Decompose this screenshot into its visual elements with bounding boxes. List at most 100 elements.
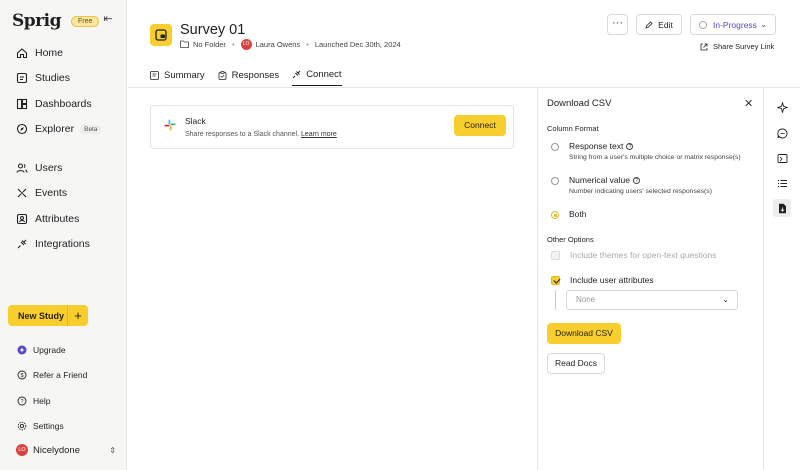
survey-meta: No Folder • LO Laura Owens • Launched De… <box>180 39 401 50</box>
sidebar-item-label: Home <box>35 46 64 59</box>
sidebar-secondary: Upgrade $ Refer a Friend ? Help Settings <box>17 337 87 439</box>
include-attributes-checkbox[interactable] <box>551 275 560 285</box>
sidebar-item-explorer[interactable]: Explorer Beta <box>16 117 120 143</box>
collapse-sidebar-icon[interactable]: ⇤ <box>102 13 114 25</box>
read-docs-button[interactable]: Read Docs <box>547 353 605 374</box>
svg-text:$: $ <box>20 373 23 379</box>
info-icon: ? <box>632 177 640 184</box>
status-label: In-Progress <box>713 19 757 30</box>
plug-icon <box>292 70 301 79</box>
option-response-text[interactable]: Response text? String from a user's mult… <box>551 141 741 161</box>
sidebar-item-label: Upgrade <box>33 344 66 355</box>
sidebar-item-settings[interactable]: Settings <box>17 414 87 440</box>
refer-icon: $ <box>17 370 27 380</box>
other-options-label: Other Options <box>547 235 594 244</box>
plan-badge: Free <box>70 15 100 27</box>
summary-icon <box>150 70 159 80</box>
sprig-logo[interactable]: Sprig <box>12 11 61 31</box>
right-rail <box>763 88 800 470</box>
brand: Sprig Free <box>12 11 100 31</box>
option-description: Number indicating users' selected respon… <box>569 188 712 195</box>
folder-icon <box>180 40 189 50</box>
chevron-down-icon: ⌄ <box>760 20 767 29</box>
sidebar-item-refer[interactable]: $ Refer a Friend <box>17 363 87 389</box>
option-description: String from a user's multiple choice or … <box>569 154 741 161</box>
new-study-label: New Study <box>18 310 65 321</box>
launch-date: Launched Dec 30th, 2024 <box>314 40 401 49</box>
slack-integration-card: Slack Share responses to a Slack channel… <box>150 105 514 149</box>
ai-sparkle-icon[interactable] <box>773 98 791 116</box>
integrations-icon <box>16 238 28 250</box>
include-attributes-option[interactable]: Include user attributes <box>551 275 654 285</box>
sidebar-item-attributes[interactable]: Attributes <box>16 206 120 232</box>
upgrade-icon <box>17 345 27 355</box>
status-dropdown[interactable]: In-Progress ⌄ <box>690 14 776 35</box>
nav-divider <box>16 142 120 155</box>
include-themes-checkbox[interactable] <box>551 250 560 260</box>
more-options-button[interactable]: ··· <box>607 14 628 35</box>
panel-title: Download CSV <box>547 98 612 109</box>
sidebar-item-label: Attributes <box>35 212 80 225</box>
clipboard-icon <box>218 70 227 80</box>
edit-button[interactable]: Edit <box>636 14 682 35</box>
close-icon[interactable]: ✕ <box>744 97 753 110</box>
attributes-select[interactable]: None ⌄ <box>566 290 738 310</box>
new-study-button[interactable]: New Study + <box>8 305 88 326</box>
include-themes-label: Include themes for open-text questions <box>570 250 717 260</box>
external-link-icon <box>700 43 708 50</box>
sidebar-item-dashboards[interactable]: Dashboards <box>16 91 120 117</box>
nested-indicator <box>555 290 556 310</box>
chat-icon[interactable] <box>773 124 791 142</box>
sidebar-item-help[interactable]: ? Help <box>17 388 87 414</box>
users-icon <box>16 162 28 174</box>
integration-description: Share responses to a Slack channel. Lear… <box>185 131 337 138</box>
account-name: Nicelydone <box>33 444 80 456</box>
tab-label: Responses <box>231 69 280 81</box>
include-themes-option[interactable]: Include themes for open-text questions <box>551 250 716 260</box>
radio-numerical-value[interactable] <box>551 177 559 185</box>
radio-both[interactable] <box>551 211 559 219</box>
meta-separator: • <box>306 40 309 49</box>
tab-summary[interactable]: Summary <box>150 69 205 86</box>
learn-more-link[interactable]: Learn more <box>301 131 337 138</box>
connect-button[interactable]: Connect <box>454 115 506 136</box>
sidebar-item-users[interactable]: Users <box>16 155 120 181</box>
sidebar-item-home[interactable]: Home <box>16 40 120 66</box>
integration-name: Slack <box>185 116 206 126</box>
csv-file-icon[interactable] <box>773 199 791 217</box>
meta-separator: • <box>231 40 235 49</box>
dashboards-icon <box>16 98 28 110</box>
plus-icon[interactable]: + <box>67 305 88 326</box>
sidebar-item-integrations[interactable]: Integrations <box>16 232 120 258</box>
tab-connect[interactable]: Connect <box>292 69 342 86</box>
sidebar-item-label: Integrations <box>35 238 90 251</box>
tab-label: Connect <box>306 69 342 80</box>
sidebar-item-label: Refer a Friend <box>33 370 88 381</box>
help-icon: ? <box>17 396 27 406</box>
tab-responses[interactable]: Responses <box>218 69 280 86</box>
beta-badge: Beta <box>80 124 102 134</box>
sidebar-item-events[interactable]: Events <box>16 181 120 207</box>
studies-icon <box>16 72 28 84</box>
svg-text:?: ? <box>20 399 23 405</box>
folder-name[interactable]: No Folder <box>193 40 226 49</box>
chevron-updown-icon: ⇕ <box>109 445 116 455</box>
download-csv-panel: Download CSV ✕ Column Format Response te… <box>537 88 763 470</box>
replay-icon[interactable] <box>773 149 791 167</box>
sidebar-item-label: Help <box>33 395 51 406</box>
info-icon: ? <box>626 143 634 150</box>
radio-response-text[interactable] <box>551 143 559 151</box>
sidebar-item-studies[interactable]: Studies <box>16 66 120 92</box>
list-icon[interactable] <box>773 174 791 192</box>
owner-name: Laura Owens <box>255 40 301 49</box>
share-survey-link[interactable]: Share Survey Link <box>700 42 774 51</box>
download-csv-button[interactable]: Download CSV <box>547 323 621 344</box>
pencil-icon <box>645 20 653 29</box>
option-numerical-value[interactable]: Numerical value? Number indicating users… <box>551 175 712 195</box>
option-label: Response text <box>569 141 624 151</box>
option-both[interactable]: Both <box>551 209 587 219</box>
sidebar-item-upgrade[interactable]: Upgrade <box>17 337 87 363</box>
owner-avatar: LO <box>240 39 252 50</box>
explorer-icon <box>16 123 28 135</box>
account-switcher[interactable]: LO Nicelydone ⇕ <box>16 444 116 456</box>
